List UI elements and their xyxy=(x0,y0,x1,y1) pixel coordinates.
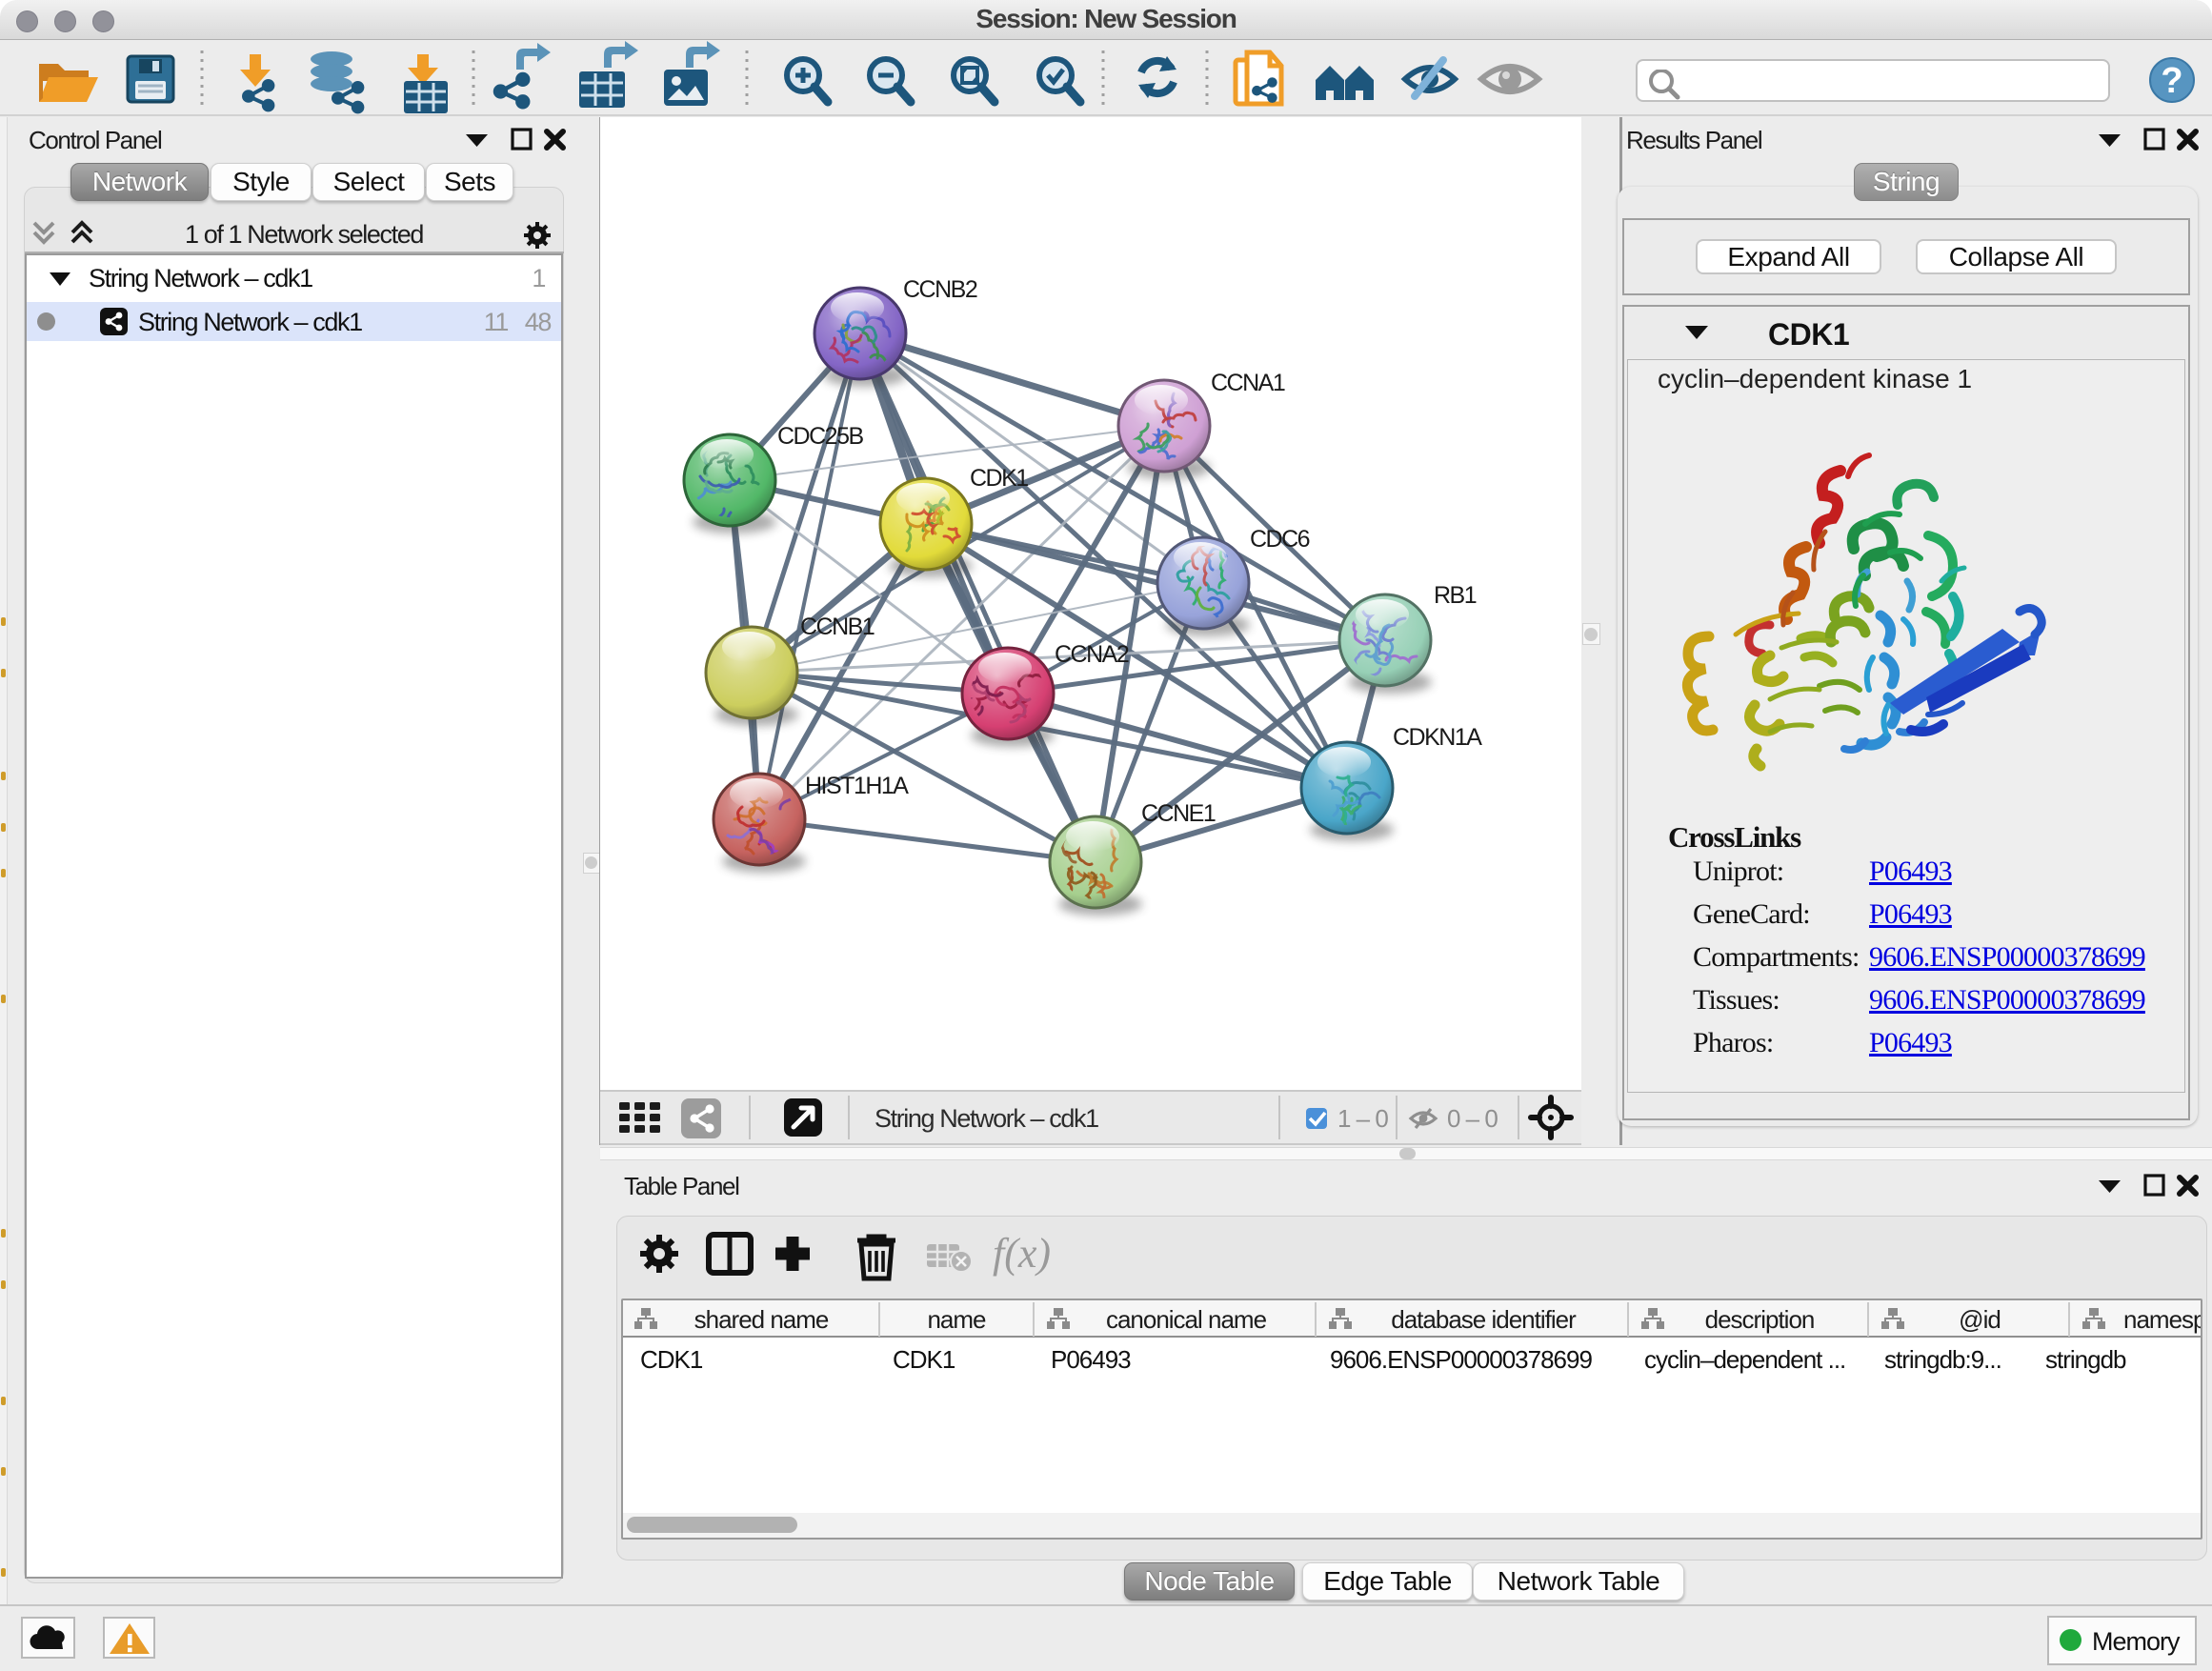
svg-text:database identifier: database identifier xyxy=(1391,1305,1577,1334)
svg-text:CDK1: CDK1 xyxy=(970,465,1028,492)
svg-text:f(x): f(x) xyxy=(993,1230,1051,1277)
svg-text:canonical name: canonical name xyxy=(1106,1305,1267,1334)
svg-text:shared name: shared name xyxy=(694,1305,829,1334)
svg-text:CCNB2: CCNB2 xyxy=(903,276,977,303)
svg-text:CCNA1: CCNA1 xyxy=(1211,370,1285,396)
svg-text:RB1: RB1 xyxy=(1434,582,1477,609)
svg-text:CCNE1: CCNE1 xyxy=(1141,800,1216,827)
svg-text:?: ? xyxy=(2161,61,2182,101)
svg-text:description: description xyxy=(1705,1305,1815,1334)
svg-text:CDC25B: CDC25B xyxy=(777,423,863,450)
svg-text:String Network – cdk1: String Network – cdk1 xyxy=(875,1104,1098,1133)
svg-text:name: name xyxy=(927,1305,986,1334)
svg-text:CDC6: CDC6 xyxy=(1250,526,1310,553)
svg-text:CCNB1: CCNB1 xyxy=(800,614,875,640)
svg-text:CDKN1A: CDKN1A xyxy=(1393,724,1482,751)
svg-text:0 – 0: 0 – 0 xyxy=(1447,1104,1498,1133)
svg-text:CCNA2: CCNA2 xyxy=(1055,641,1129,668)
svg-text:HIST1H1A: HIST1H1A xyxy=(805,773,909,799)
svg-text:1 – 0: 1 – 0 xyxy=(1337,1104,1388,1133)
svg-text:@id: @id xyxy=(1959,1305,2001,1334)
svg-text:namespace: namespace xyxy=(2123,1305,2201,1334)
